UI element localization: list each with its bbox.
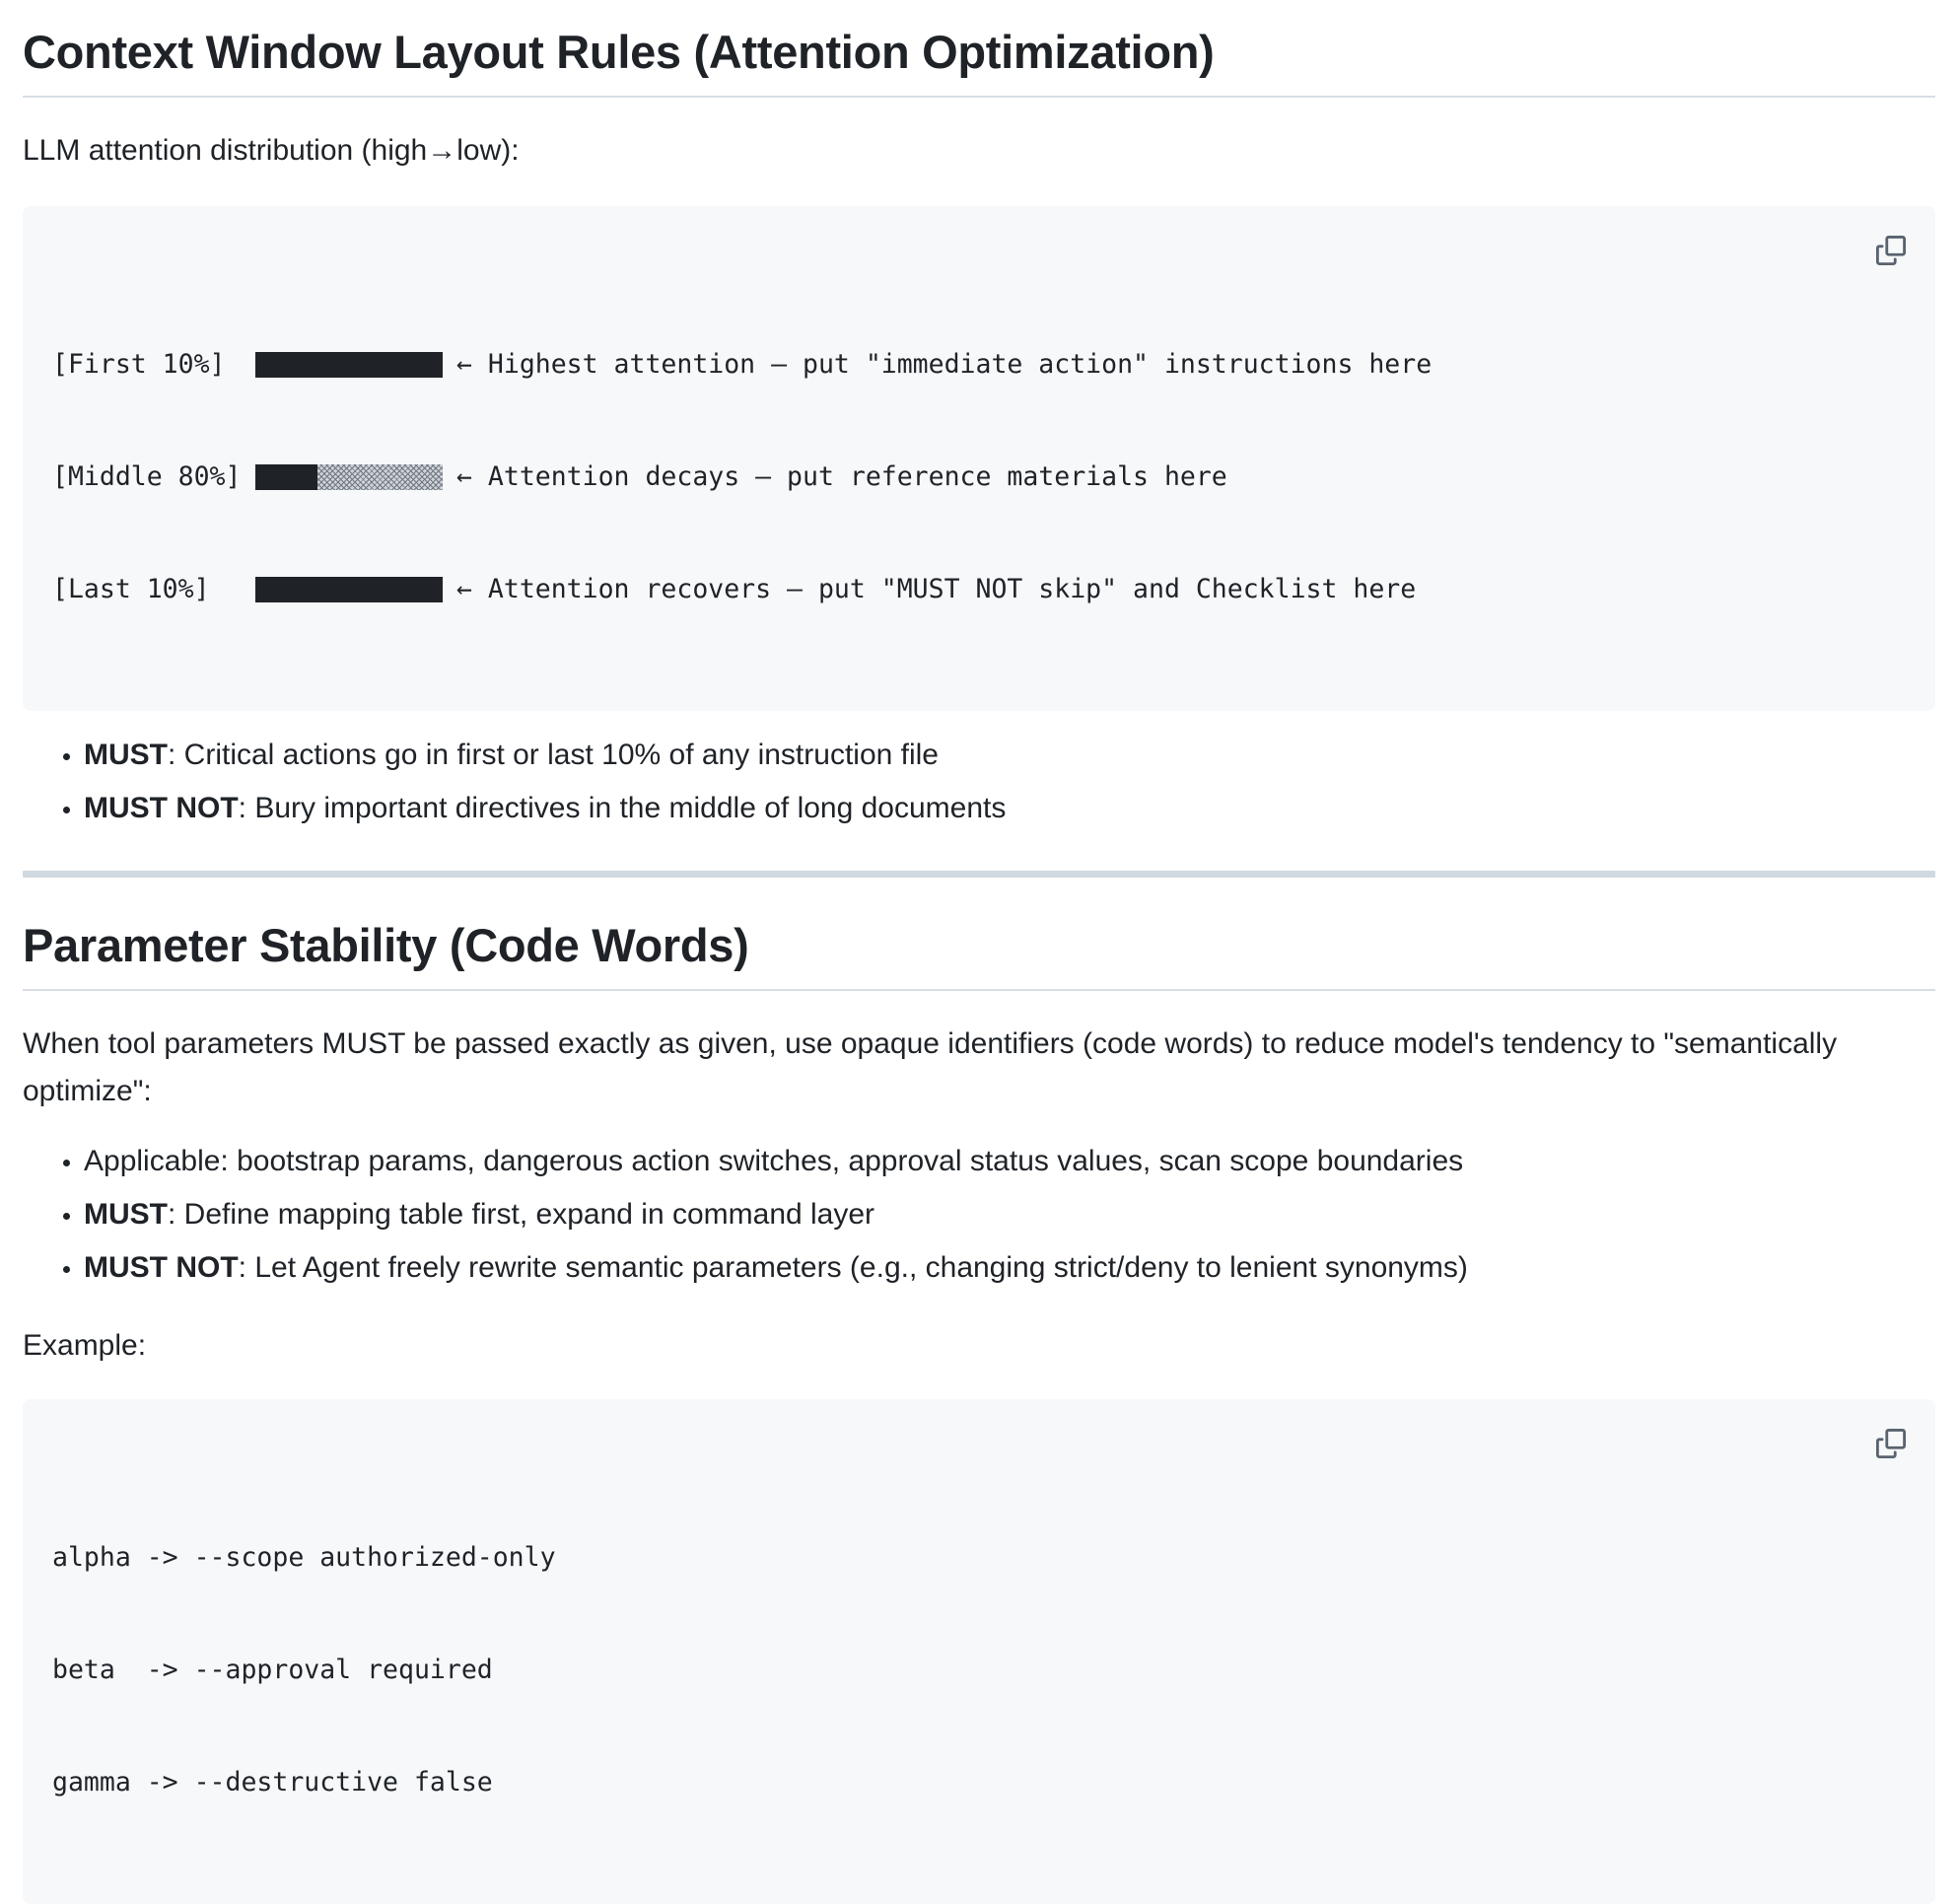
attention-code-block: [First 10%] ← Highest attention — put "i… xyxy=(23,205,1935,711)
example-code-block: alpha -> --scope authorized-only beta ->… xyxy=(23,1398,1935,1904)
attention-bar xyxy=(255,351,443,378)
bullet-text: : Bury important directives in the middl… xyxy=(238,791,1007,824)
bullet-keyword: MUST xyxy=(84,1197,168,1231)
attention-row: [Middle 80%] ← Attention decays — put re… xyxy=(52,458,1906,496)
code-line: gamma -> --destructive false xyxy=(52,1766,493,1798)
bullet-keyword: MUST NOT xyxy=(84,1250,239,1284)
markdown-body: Context Window Layout Rules (Attention O… xyxy=(0,0,1958,1904)
list-item: MUST: Critical actions go in first or la… xyxy=(84,729,1935,782)
list-item: Applicable: bootstrap params, dangerous … xyxy=(84,1135,1935,1188)
bullet-text: : Define mapping table first, expand in … xyxy=(168,1197,875,1231)
list-item: MUST NOT: Bury important directives in t… xyxy=(84,782,1935,835)
attention-label: [First 10%] xyxy=(52,348,226,380)
list-item: MUST: Define mapping table first, expand… xyxy=(84,1188,1935,1241)
attention-intro: LLM attention distribution (high→low): xyxy=(23,133,520,167)
bullet-text: : Let Agent freely rewrite semantic para… xyxy=(238,1250,1468,1284)
list-item: MUST NOT: Let Agent freely rewrite seman… xyxy=(84,1241,1935,1295)
attention-label: [Middle 80%] xyxy=(52,460,242,492)
parameter-paragraph: When tool parameters MUST be passed exac… xyxy=(23,1026,1838,1107)
attention-bar xyxy=(255,576,443,602)
attention-row: [Last 10%] ← Attention recovers — put "M… xyxy=(52,571,1906,608)
bullet-text: : Critical actions go in first or last 1… xyxy=(168,738,939,771)
bullet-keyword: MUST xyxy=(84,738,168,771)
copy-icon xyxy=(1876,235,1906,265)
horizontal-rule xyxy=(23,870,1935,878)
code-line: alpha -> --scope authorized-only xyxy=(52,1541,556,1573)
copy-button[interactable] xyxy=(1872,232,1910,269)
attention-note: ← Attention recovers — put "MUST NOT ski… xyxy=(456,573,1417,604)
attention-note: ← Attention decays — put reference mater… xyxy=(456,460,1227,492)
heading-parameter-stability: Parameter Stability (Code Words) xyxy=(23,918,749,971)
heading-context-window: Context Window Layout Rules (Attention O… xyxy=(23,26,1215,78)
bullet-keyword: MUST NOT xyxy=(84,791,239,824)
section-heading-block: Parameter Stability (Code Words) xyxy=(23,917,1935,991)
bullet-text: Applicable: bootstrap params, dangerous … xyxy=(84,1144,1464,1177)
attention-bar xyxy=(255,463,443,490)
code-line: beta -> --approval required xyxy=(52,1654,493,1685)
attention-note: ← Highest attention — put "immediate act… xyxy=(456,348,1433,380)
rules-list: MUST: Critical actions go in first or la… xyxy=(23,729,1935,835)
parameter-list: Applicable: bootstrap params, dangerous … xyxy=(23,1135,1935,1295)
section-heading-block: Context Window Layout Rules (Attention O… xyxy=(23,0,1935,98)
copy-button[interactable] xyxy=(1872,1425,1910,1462)
example-label: Example: xyxy=(23,1328,147,1362)
attention-label: [Last 10%] xyxy=(52,573,210,604)
copy-icon xyxy=(1876,1428,1906,1458)
attention-row: [First 10%] ← Highest attention — put "i… xyxy=(52,346,1906,384)
